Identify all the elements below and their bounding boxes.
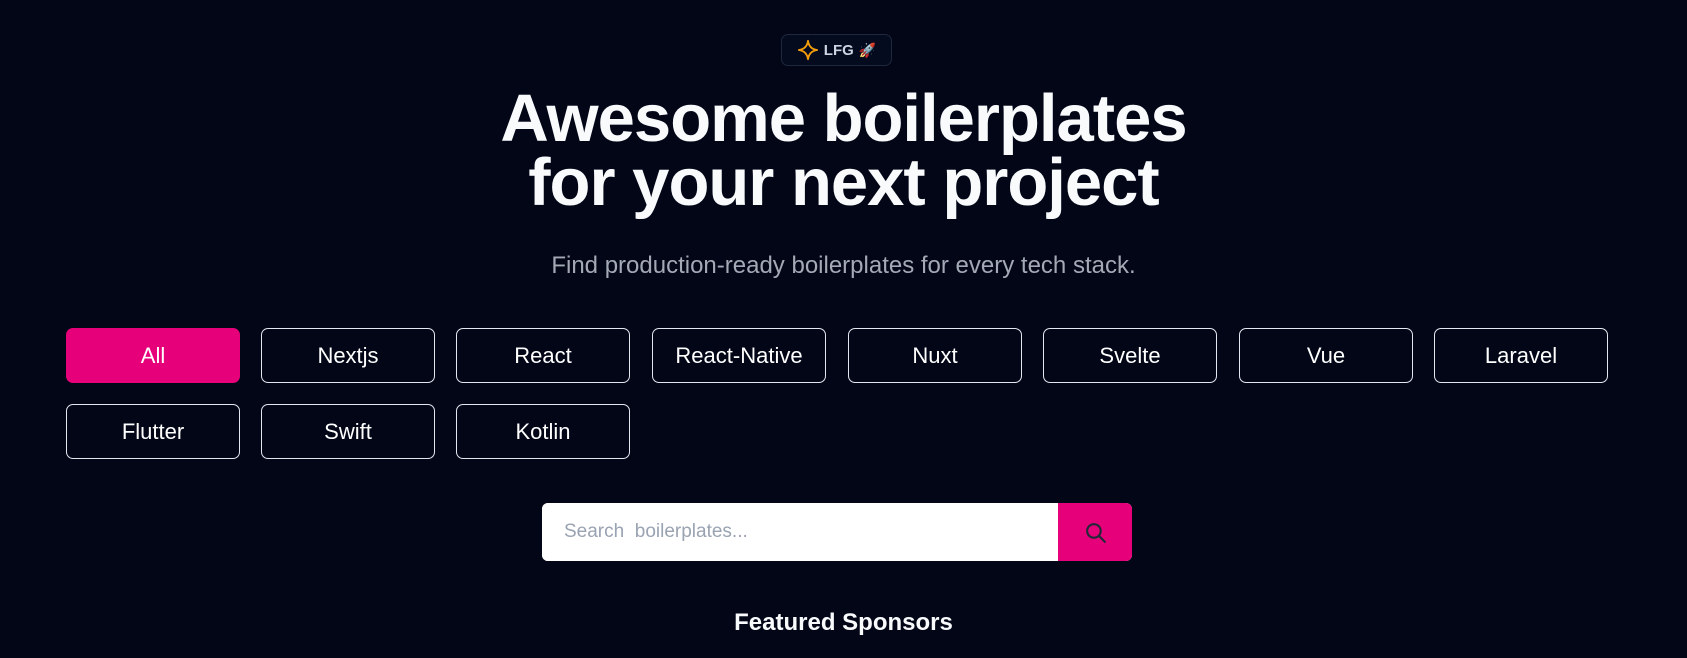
page-title-line-2: for your next project bbox=[528, 145, 1159, 220]
featured-sponsors-title: Featured Sponsors bbox=[734, 609, 953, 636]
filter-react-button[interactable]: React bbox=[456, 328, 630, 383]
filter-laravel-button[interactable]: Laravel bbox=[1434, 328, 1608, 383]
filter-nuxt-button[interactable]: Nuxt bbox=[848, 328, 1022, 383]
filter-swift-button[interactable]: Swift bbox=[261, 404, 435, 459]
filter-kotlin-button[interactable]: Kotlin bbox=[456, 404, 630, 459]
search-icon bbox=[1085, 522, 1106, 543]
filter-flutter-button[interactable]: Flutter bbox=[66, 404, 240, 459]
rocket-icon: 🚀 bbox=[858, 42, 877, 58]
page-title-line-1: Awesome boilerplates bbox=[500, 81, 1187, 156]
filter-all-button[interactable]: All bbox=[66, 328, 240, 383]
search-bar bbox=[542, 503, 1132, 561]
filter-react-native-button[interactable]: React-Native bbox=[652, 328, 826, 383]
search-input[interactable] bbox=[542, 503, 1058, 561]
badge-label: LFG bbox=[823, 41, 854, 59]
page-title: Awesome boilerplates for your next proje… bbox=[0, 81, 1687, 220]
filter-nextjs-button[interactable]: Nextjs bbox=[261, 328, 435, 383]
lfg-badge: LFG 🚀 bbox=[781, 34, 892, 66]
sparkle-icon bbox=[797, 39, 818, 61]
page-subtitle: Find production-ready boilerplates for e… bbox=[551, 252, 1136, 279]
filter-svelte-button[interactable]: Svelte bbox=[1043, 328, 1217, 383]
search-button[interactable] bbox=[1058, 503, 1132, 561]
filter-vue-button[interactable]: Vue bbox=[1239, 328, 1413, 383]
